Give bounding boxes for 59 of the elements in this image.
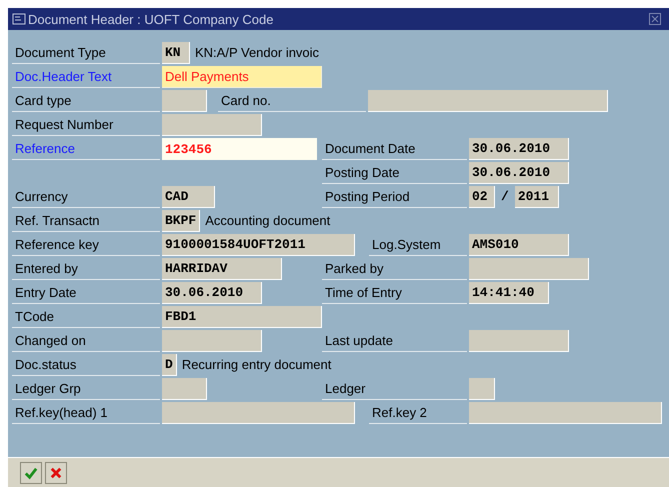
field-label: Posting Date <box>322 162 467 184</box>
text-field[interactable]: 30.06.2010 <box>469 138 569 160</box>
text-field[interactable]: 14:41:40 <box>469 282 549 304</box>
field-label: Log.System <box>369 234 467 256</box>
field-label: Entered by <box>12 258 160 280</box>
text-field[interactable]: 2011 <box>514 186 559 208</box>
text-field[interactable] <box>368 90 608 112</box>
separator-text: / <box>500 188 510 206</box>
text-field[interactable] <box>469 330 569 352</box>
close-icon[interactable] <box>649 13 661 25</box>
field-label: Time of Entry <box>322 282 467 304</box>
field-label: Ledger <box>322 378 467 400</box>
text-field[interactable]: 123456 <box>162 138 317 160</box>
field-label: Posting Period <box>322 186 467 208</box>
text-field[interactable]: BKPF <box>162 210 200 232</box>
text-field[interactable]: HARRIDAV <box>162 258 282 280</box>
field-label: Entry Date <box>12 282 160 304</box>
text-field[interactable]: CAD <box>162 186 215 208</box>
field-description: Recurring entry document <box>180 356 332 374</box>
text-field[interactable] <box>162 114 262 136</box>
text-field[interactable] <box>469 378 495 400</box>
field-label: Last update <box>322 330 467 352</box>
window-title: Document Header : UOFT Company Code <box>28 12 274 26</box>
field-description: KN:A/P Vendor invoic <box>194 44 320 62</box>
field-label: Document Date <box>322 138 467 160</box>
field-label: Parked by <box>322 258 467 280</box>
field-label: Ref. Transactn <box>12 210 160 232</box>
field-label: Card type <box>12 90 160 112</box>
text-field[interactable] <box>162 378 207 400</box>
cancel-button[interactable] <box>45 462 67 484</box>
field-label: Reference <box>12 138 160 160</box>
field-label: Card no. <box>218 90 366 112</box>
text-field[interactable]: 30.06.2010 <box>162 282 262 304</box>
text-field[interactable]: 02 <box>469 186 495 208</box>
field-label: Document Type <box>12 42 160 64</box>
confirm-button[interactable] <box>20 462 42 484</box>
field-label: Request Number <box>12 114 160 136</box>
text-field[interactable]: 9100001584UOFT2011 <box>162 234 355 256</box>
field-label: Changed on <box>12 330 160 352</box>
field-description: Accounting document <box>204 212 330 230</box>
field-label: Ledger Grp <box>12 378 160 400</box>
text-field[interactable] <box>162 330 262 352</box>
field-label: Currency <box>12 186 160 208</box>
field-label: Doc.status <box>12 354 160 376</box>
text-field[interactable]: D <box>162 354 177 376</box>
text-field[interactable]: KN <box>162 42 190 64</box>
field-label: Ref.key(head) 1 <box>12 402 160 424</box>
window-icon <box>12 13 26 25</box>
field-label: Reference key <box>12 234 160 256</box>
text-field[interactable] <box>469 258 589 280</box>
text-field[interactable] <box>469 402 662 424</box>
text-field[interactable] <box>162 402 355 424</box>
field-label: Doc.Header Text <box>12 66 160 88</box>
text-field[interactable] <box>162 90 207 112</box>
text-field[interactable]: 30.06.2010 <box>469 162 569 184</box>
field-label: Ref.key 2 <box>369 402 467 424</box>
text-field[interactable]: AMS010 <box>469 234 569 256</box>
field-label: TCode <box>12 306 160 328</box>
text-field[interactable]: FBD1 <box>162 306 322 328</box>
